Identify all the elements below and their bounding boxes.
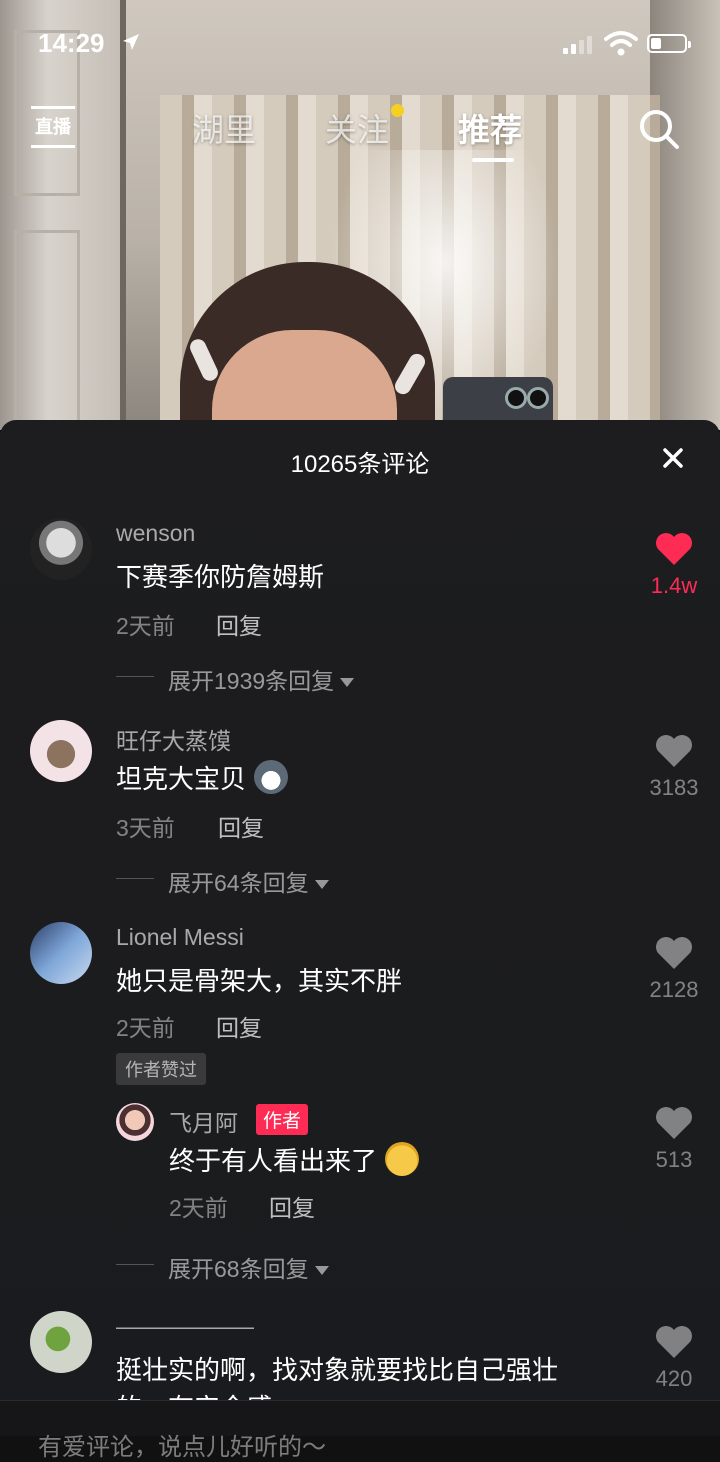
expand-replies-label: 展开64条回复 [168,870,309,896]
comment-item[interactable]: Lionel Messi 她只是骨架大，其实不胖 2天前 回复 作者赞过 212… [0,919,720,1299]
chevron-down-icon [340,678,355,688]
reply-time: 2天前 [169,1195,228,1221]
avatar[interactable] [116,1103,154,1141]
reply-text[interactable]: 终于有人看出来了 [169,1141,420,1178]
reply-button[interactable]: 回复 [216,607,262,641]
expand-divider [116,676,154,677]
reply-button[interactable]: 回复 [269,1189,315,1223]
chevron-down-icon [314,880,329,890]
heart-icon[interactable] [655,734,693,768]
comment-item[interactable]: wenson 下赛季你防詹姆斯 2天前 回复 1.4w 展开1939条回复 [0,515,720,705]
signal-icon [563,36,593,54]
door-panel [14,230,80,426]
search-icon[interactable] [637,107,681,151]
comment-username[interactable]: —————— [116,1313,254,1340]
reply-username[interactable]: 飞月阿 [169,1104,238,1138]
author-badge: 作者 [256,1104,309,1135]
comment-time: 2天前 [116,613,175,639]
avatar[interactable] [30,518,92,580]
comment-panel: 10265条评论 wenson 下赛季你防詹姆斯 2天前 回复 1.4w 展开1… [0,420,720,1435]
comment-username[interactable]: 旺仔大蒸馍 [116,722,231,756]
notification-dot [391,104,404,117]
comment-text[interactable]: 坦克大宝贝 [116,759,289,796]
comment-input-bar[interactable]: 有爱评论，说点儿好听的～ [0,1400,720,1461]
like-count: 1.4w [650,573,698,598]
expand-replies-button[interactable]: 展开68条回复 [168,1250,329,1284]
expand-replies-button[interactable]: 展开1939条回复 [168,662,355,696]
comment-username[interactable]: Lionel Messi [116,924,244,951]
avatar[interactable] [30,922,92,984]
reply-button[interactable]: 回复 [216,1009,262,1043]
heart-icon[interactable] [655,936,693,970]
location-arrow-icon [123,34,139,50]
chevron-down-icon [314,1266,329,1276]
reply-button[interactable]: 回复 [218,809,264,843]
comment-text-body: 坦克大宝贝 [116,764,247,794]
like-count: 3183 [649,775,699,800]
status-time: 14:29 [38,28,105,58]
tab-following[interactable]: 关注 [325,105,389,151]
wifi-icon [604,31,638,56]
expand-replies-label: 展开1939条回复 [168,668,335,694]
comment-text[interactable]: 下赛季你防詹姆斯 [116,557,324,594]
active-tab-indicator [472,158,514,162]
heart-icon[interactable] [655,1106,693,1140]
expand-replies-button[interactable]: 展开64条回复 [168,864,329,898]
tab-recommend[interactable]: 推荐 [458,105,522,151]
live-button[interactable]: 直播 [31,106,75,148]
battery-icon [647,34,691,53]
camera-lens [505,387,527,409]
pleading-emoji-icon [385,1142,420,1176]
heart-icon[interactable] [655,1325,693,1359]
comment-item[interactable]: 旺仔大蒸馍 坦克大宝贝 3天前 回复 3183 展开64条回复 [0,717,720,907]
top-nav: 直播 湖里 关注 推荐 [0,95,720,175]
comment-input-placeholder[interactable]: 有爱评论，说点儿好听的～ [38,1427,326,1462]
comment-count-title: 10265条评论 [290,451,430,478]
reply-item[interactable]: 飞月阿 作者 终于有人看出来了 2天前 回复 513 [0,1099,720,1229]
comment-time: 3天前 [116,815,175,841]
author-liked-badge: 作者赞过 [116,1053,206,1085]
avatar[interactable] [30,720,92,782]
comment-time: 2天前 [116,1015,175,1041]
comment-username[interactable]: wenson [116,520,195,547]
reply-text-body: 终于有人看出来了 [169,1146,378,1176]
expand-divider [116,1264,154,1265]
husky-emoji-icon [254,760,289,794]
status-bar: 14:29 [0,0,720,90]
close-icon[interactable] [655,440,691,476]
heart-icon-liked[interactable] [655,532,693,566]
camera-lens [527,387,549,409]
comment-text[interactable]: 她只是骨架大，其实不胖 [116,961,402,998]
avatar[interactable] [30,1311,92,1373]
expand-divider [116,878,154,879]
expand-replies-label: 展开68条回复 [168,1256,309,1282]
like-count: 420 [655,1366,693,1391]
tab-huli[interactable]: 湖里 [192,105,256,151]
like-count: 513 [655,1147,693,1172]
like-count: 2128 [649,977,699,1002]
comment-text[interactable]: 挺壮实的啊，找对象就要找比自己强壮 [116,1350,558,1387]
